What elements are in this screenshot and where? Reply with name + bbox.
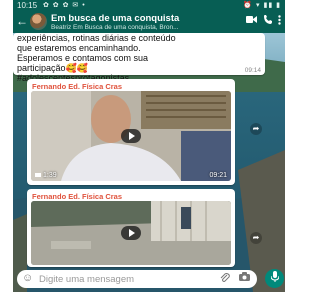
status-time: 10:15 [17, 1, 38, 10]
status-bar: 10:15 ✿ ✿ ✿ ✉ • ⏰ ▾ ▮▮ ▮ [13, 0, 285, 11]
play-icon[interactable] [121, 129, 141, 143]
camera-icon[interactable] [239, 272, 250, 284]
video-camera-icon [35, 173, 41, 177]
message-time: 09:14 [244, 67, 261, 74]
emoji-icon[interactable]: ☺ [22, 272, 33, 284]
message-bubble-video[interactable]: Fernando Ed. Física Cras [27, 189, 235, 267]
phone-call-icon[interactable] [263, 15, 272, 28]
forward-icon[interactable]: ➦ [250, 232, 262, 244]
whatsapp-chat-screen: 10:15 ✿ ✿ ✿ ✉ • ⏰ ▾ ▮▮ ▮ ← Em busca de u… [13, 0, 285, 292]
message-composer: ☺ [17, 270, 257, 288]
video-duration: 1:39 [35, 172, 57, 179]
system-status-icons: ⏰ ▾ ▮▮ ▮ [243, 2, 281, 9]
video-call-icon[interactable] [246, 15, 257, 28]
paperclip-icon[interactable] [220, 273, 230, 285]
video-duration-text: 1:39 [43, 172, 57, 179]
more-vert-icon[interactable] [278, 15, 281, 28]
group-avatar[interactable] [30, 13, 47, 30]
video-thumbnail[interactable] [31, 201, 231, 265]
message-sender: Fernando Ed. Física Cras [32, 192, 123, 201]
play-icon[interactable] [121, 226, 141, 240]
message-sender: Fernando Ed. Física Cras [32, 82, 123, 91]
message-bubble-video[interactable]: Fernando Ed. Física Cras 1:39 09:21 [27, 79, 235, 185]
forward-icon[interactable]: ➦ [250, 123, 262, 135]
back-arrow-icon[interactable]: ← [16, 14, 28, 28]
chat-title[interactable]: Em busca de uma conquista [51, 13, 179, 24]
message-time: 09:21 [209, 172, 227, 179]
message-text: experiências, rotinas diárias e conteúdo… [17, 33, 176, 83]
message-input[interactable] [39, 272, 209, 286]
message-bubble-text[interactable]: experiências, rotinas diárias e conteúdo… [13, 33, 265, 83]
microphone-icon[interactable] [265, 269, 284, 288]
header-actions [246, 15, 281, 28]
chat-header: ← Em busca de uma conquista Beatriz Em B… [13, 11, 285, 33]
chat-subtitle[interactable]: Beatriz Em Busca de uma conquista, Bron.… [51, 24, 201, 31]
notification-icons: ✿ ✿ ✿ ✉ • [43, 2, 86, 9]
video-thumbnail[interactable]: 1:39 09:21 [31, 91, 231, 181]
